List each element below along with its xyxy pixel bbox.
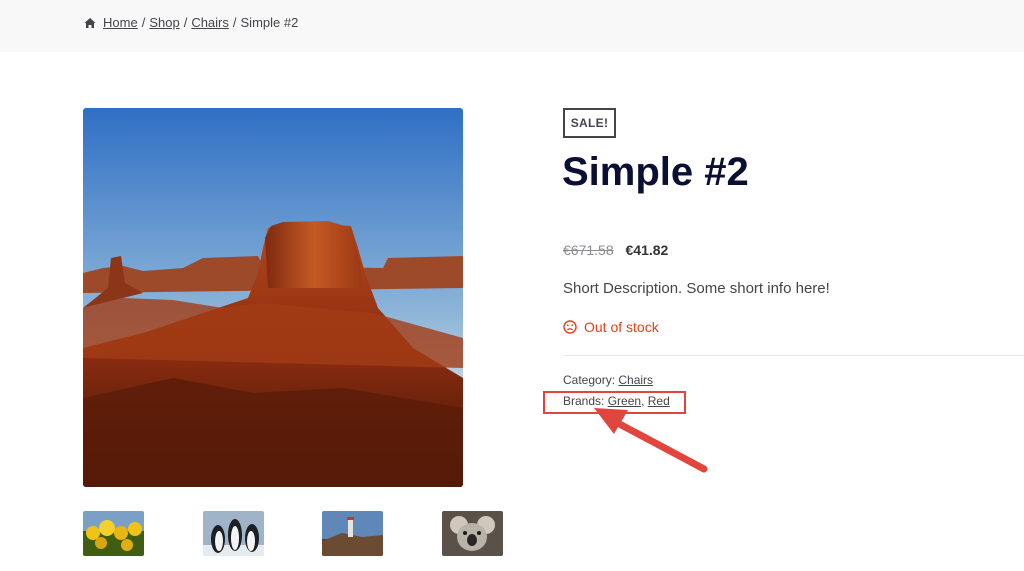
product-price: €671.58 €41.82 <box>563 242 668 258</box>
annotation-highlight-box <box>543 391 686 414</box>
thumbnail-1[interactable] <box>83 511 144 556</box>
breadcrumb-home-link[interactable]: Home <box>103 15 138 30</box>
thumbnail-4[interactable] <box>442 511 503 556</box>
price-sale: €41.82 <box>625 242 669 258</box>
category-link-chairs[interactable]: Chairs <box>618 373 653 387</box>
home-icon <box>84 17 96 28</box>
breadcrumb-separator: / <box>183 15 188 30</box>
sale-badge: SALE! <box>563 108 616 138</box>
category-label: Category: <box>563 373 616 387</box>
sad-face-icon <box>563 320 577 334</box>
tulips-image <box>83 511 144 556</box>
stock-status: Out of stock <box>563 319 659 335</box>
breadcrumb-chairs-link[interactable]: Chairs <box>191 15 229 30</box>
lighthouse-image <box>322 511 383 556</box>
breadcrumb-separator: / <box>232 15 237 30</box>
breadcrumb-shop-link[interactable]: Shop <box>149 15 179 30</box>
desert-butte-image <box>83 108 463 487</box>
product-category: Category: Chairs <box>563 373 653 387</box>
thumbnail-3[interactable] <box>322 511 383 556</box>
thumbnail-2[interactable] <box>203 511 264 556</box>
stock-status-label: Out of stock <box>584 319 659 335</box>
breadcrumb: Home / Shop / Chairs / Simple #2 <box>84 15 298 30</box>
product-title: Simple #2 <box>562 150 749 194</box>
koala-image <box>442 511 503 556</box>
short-description: Short Description. Some short info here! <box>563 280 830 297</box>
breadcrumb-current: Simple #2 <box>240 15 299 30</box>
penguins-image <box>203 511 264 556</box>
divider <box>563 355 1024 356</box>
breadcrumb-separator: / <box>141 15 146 30</box>
breadcrumb-bar: Home / Shop / Chairs / Simple #2 <box>0 0 1024 52</box>
price-original: €671.58 <box>563 242 614 258</box>
product-main-image[interactable] <box>83 108 463 487</box>
